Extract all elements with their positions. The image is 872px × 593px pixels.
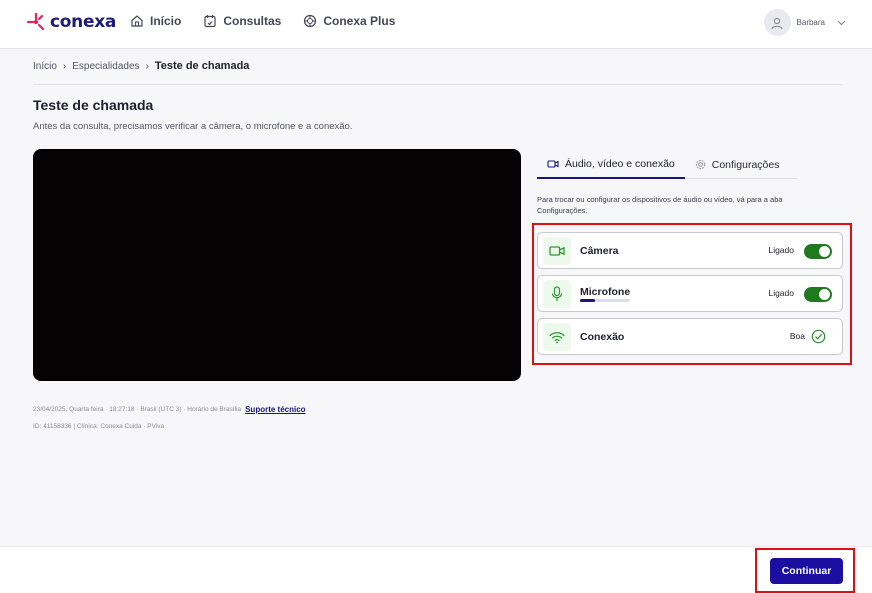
logo-text: conexa: [50, 12, 117, 32]
session-datetime: 23/04/2025, Quarta feira · 18:27:18 · Br…: [33, 406, 242, 413]
breadcrumb: Início › Especialidades › Teste de chama…: [33, 60, 249, 72]
session-id: ID: 41158336 | Clínica: Conexa Cuida · P…: [33, 423, 165, 430]
support-link[interactable]: Suporte técnico: [245, 405, 305, 414]
session-info: 23/04/2025, Quarta feira · 18:27:18 · Br…: [33, 405, 306, 414]
chevron-down-icon[interactable]: [837, 20, 846, 26]
breadcrumb-item-especialidades[interactable]: Especialidades: [72, 61, 139, 72]
breadcrumb-separator: ›: [62, 60, 67, 72]
page-title: Teste de chamada: [33, 97, 154, 113]
calendar-icon: [204, 15, 216, 28]
avatar[interactable]: [763, 9, 791, 36]
gear-icon: [695, 159, 705, 170]
camera-icon: [547, 159, 559, 168]
nav-item-inicio[interactable]: Início: [130, 14, 181, 28]
user-icon: [771, 17, 783, 29]
tab-settings[interactable]: Configurações: [685, 150, 790, 179]
user-name: Barbara: [796, 18, 825, 27]
nav-item-label: Conexa Plus: [323, 14, 396, 28]
continue-highlight-box: [755, 548, 855, 593]
breadcrumb-item-current: Teste de chamada: [154, 60, 250, 72]
tab-label: Áudio, vídeo e conexão: [565, 157, 675, 170]
devices-highlight-box: [532, 223, 852, 365]
tab-label: Configurações: [711, 158, 780, 171]
conexa-logo[interactable]: conexa: [26, 12, 116, 32]
nav-item-label: Início: [150, 14, 182, 28]
footer-bar: [0, 546, 872, 593]
breadcrumb-item-inicio[interactable]: Início: [33, 61, 57, 72]
conexa-logo-icon: [26, 12, 45, 31]
plus-circle-icon: [304, 14, 317, 28]
nav-item-conexa-plus[interactable]: Conexa Plus: [303, 14, 395, 28]
breadcrumb-separator: ›: [145, 60, 149, 72]
nav-item-consultas[interactable]: Consultas: [203, 14, 281, 28]
page-subtitle: Antes da consulta, precisamos verificar …: [33, 121, 353, 132]
nav-item-label: Consultas: [223, 14, 282, 28]
tab-audio-video[interactable]: Áudio, vídeo e conexão: [537, 150, 685, 179]
helper-text: Para trocar ou configurar os dispositivo…: [537, 195, 783, 215]
settings-tabs: Áudio, vídeo e conexão Configurações: [537, 150, 797, 179]
main-nav: Início Consultas Conexa Plus: [130, 14, 417, 28]
home-icon: [131, 15, 143, 27]
video-preview: [33, 149, 521, 381]
divider: [33, 84, 843, 85]
top-header: conexa Início Consultas Conexa Plus Barb…: [0, 0, 872, 49]
user-menu[interactable]: Barbara: [763, 9, 846, 36]
